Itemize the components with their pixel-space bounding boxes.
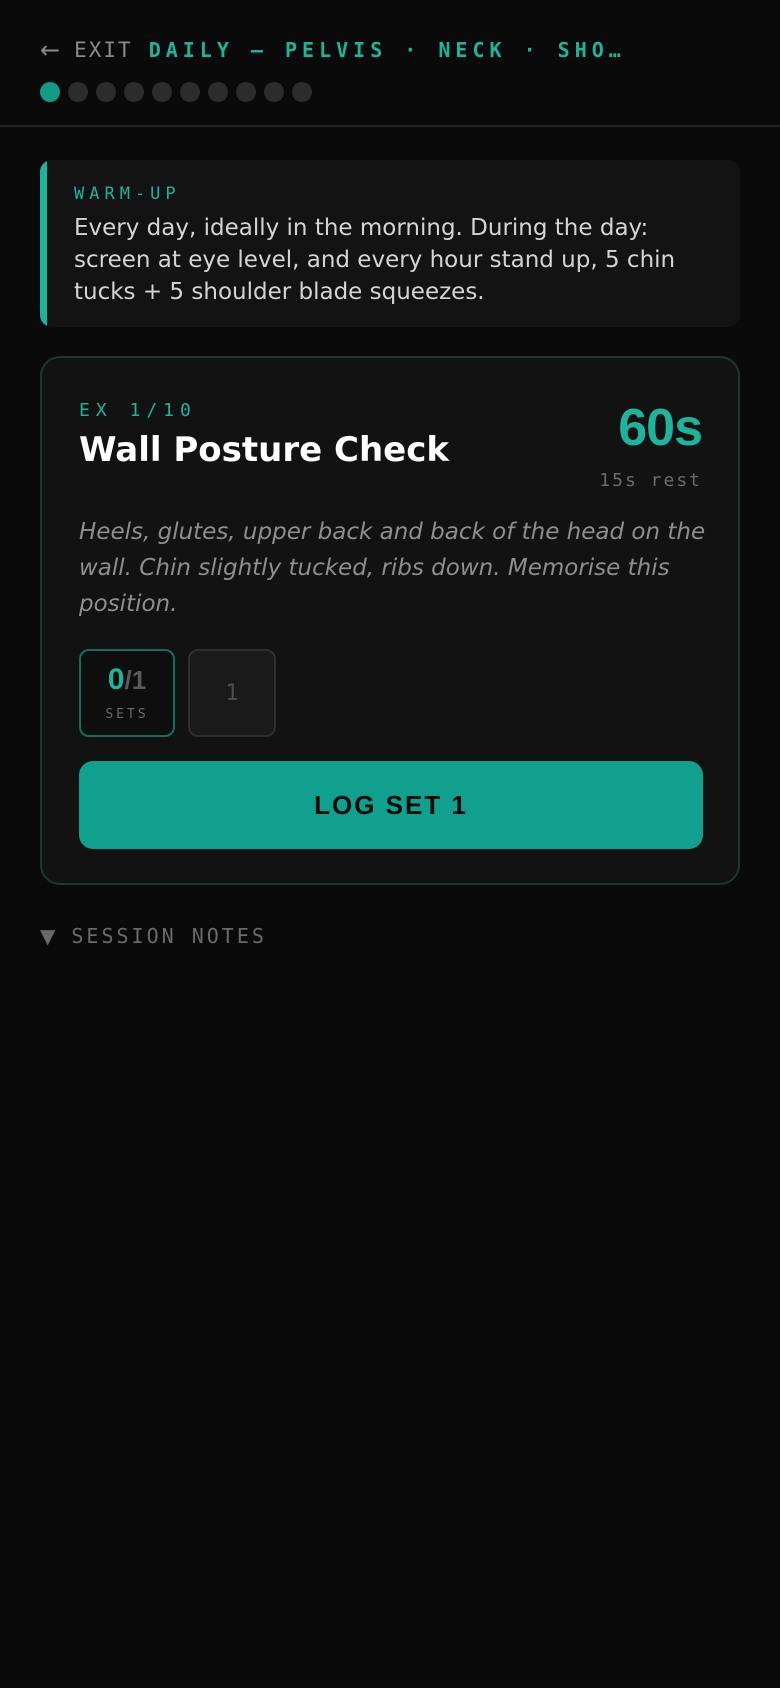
sets-label: SETS xyxy=(105,707,149,722)
exercise-counter: EX 1/10 xyxy=(79,400,197,421)
progress-dot-10[interactable] xyxy=(292,82,312,102)
arrow-left-icon: ← xyxy=(40,36,61,64)
sets-progress: 0/1 SETS xyxy=(79,649,175,737)
header-row: ← EXIT DAILY — PELVIS · NECK · SHO… xyxy=(40,33,626,67)
workout-session-screen: ← EXIT DAILY — PELVIS · NECK · SHO… WARM… xyxy=(0,0,780,1688)
session-notes-toggle[interactable]: ▼ SESSION NOTES xyxy=(40,924,267,948)
triangle-down-icon: ▼ xyxy=(40,924,56,948)
sets-total: 1 xyxy=(131,665,147,695)
exercise-card: EX 1/10 Wall Posture Check 60s 15s rest … xyxy=(40,356,740,885)
warmup-label: WARM-UP xyxy=(74,184,181,204)
sets-done: 0 xyxy=(107,663,125,696)
exercise-name: Wall Posture Check xyxy=(79,430,449,470)
progress-dot-1[interactable] xyxy=(40,82,60,102)
exercise-progress-dots xyxy=(40,82,312,102)
workout-title: DAILY — PELVIS · NECK · SHO… xyxy=(148,38,626,62)
sets-count: 0/1 xyxy=(81,665,173,695)
progress-dot-9[interactable] xyxy=(264,82,284,102)
warmup-text: Every day, ideally in the morning. Durin… xyxy=(74,215,676,305)
exercise-rest: 15s rest xyxy=(599,470,702,491)
warmup-card: WARM-UP Every day, ideally in the mornin… xyxy=(40,160,740,327)
session-header: ← EXIT DAILY — PELVIS · NECK · SHO… xyxy=(0,0,780,127)
session-notes-label: SESSION NOTES xyxy=(71,924,267,948)
progress-dot-7[interactable] xyxy=(208,82,228,102)
progress-dot-6[interactable] xyxy=(180,82,200,102)
exercise-description: Heels, glutes, upper back and back of th… xyxy=(79,519,706,617)
progress-dot-5[interactable] xyxy=(152,82,172,102)
exit-label: EXIT xyxy=(74,38,133,62)
exercise-duration: 60s xyxy=(618,399,703,457)
warmup-accent-bar xyxy=(40,160,47,327)
sets-separator: / xyxy=(124,665,132,695)
exit-button[interactable]: ← EXIT xyxy=(40,38,133,62)
progress-dot-3[interactable] xyxy=(96,82,116,102)
progress-dot-2[interactable] xyxy=(68,82,88,102)
log-set-button[interactable]: LOG SET 1 xyxy=(79,761,703,849)
progress-dot-8[interactable] xyxy=(236,82,256,102)
progress-dot-4[interactable] xyxy=(124,82,144,102)
set-slot-1[interactable]: 1 xyxy=(188,649,276,737)
